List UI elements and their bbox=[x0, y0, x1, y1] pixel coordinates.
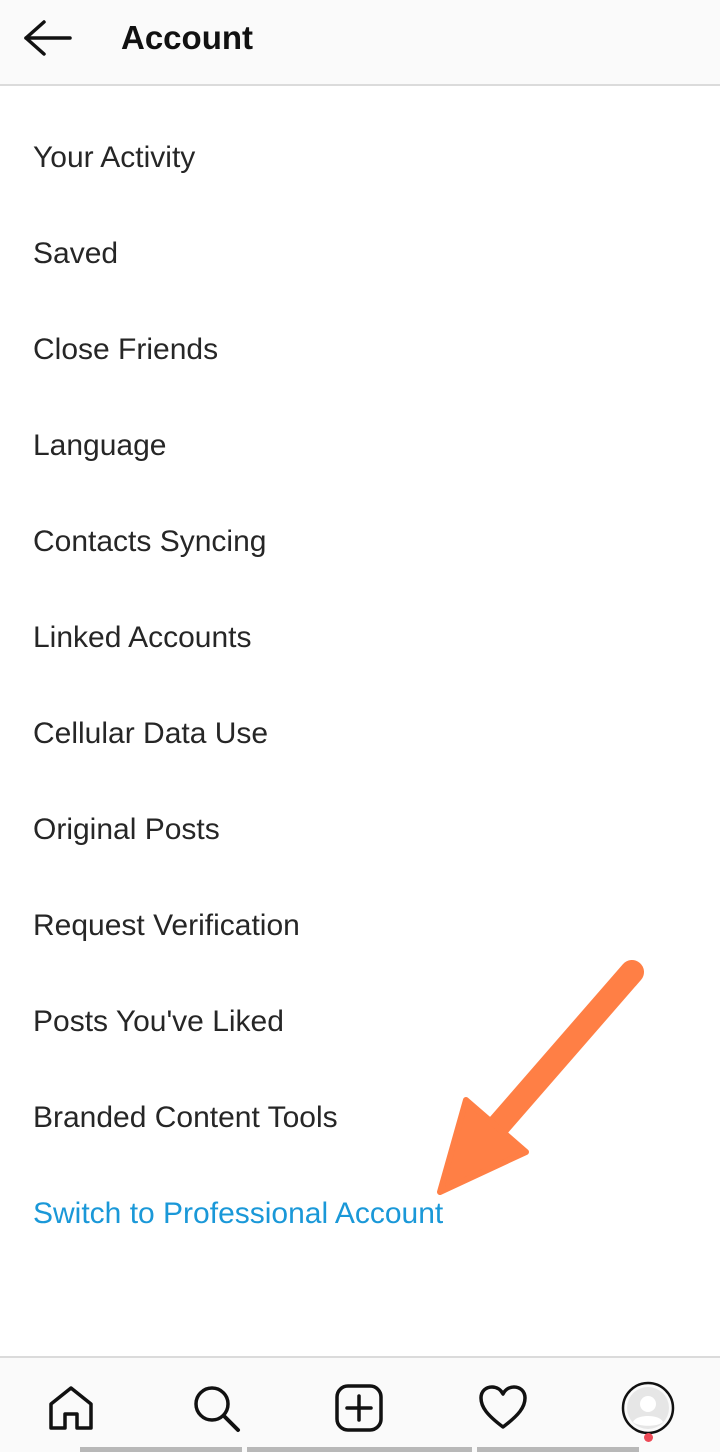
nav-activity[interactable] bbox=[473, 1378, 533, 1438]
add-post-icon bbox=[335, 1384, 383, 1432]
nav-search[interactable] bbox=[186, 1378, 246, 1438]
system-nav-bar-center bbox=[247, 1447, 472, 1452]
nav-profile[interactable] bbox=[618, 1378, 678, 1438]
system-nav-bar-left bbox=[80, 1447, 242, 1452]
page-title: Account bbox=[121, 19, 253, 56]
home-icon bbox=[49, 1386, 93, 1430]
menu-item-cellular-data-use[interactable]: Cellular Data Use bbox=[0, 686, 720, 782]
nav-home[interactable] bbox=[41, 1378, 101, 1438]
menu-item-posts-youve-liked[interactable]: Posts You've Liked bbox=[0, 974, 720, 1070]
menu-item-linked-accounts[interactable]: Linked Accounts bbox=[0, 590, 720, 686]
menu-item-request-verification[interactable]: Request Verification bbox=[0, 878, 720, 974]
account-settings-screen: Account Your Activity Saved Close Friend… bbox=[0, 0, 720, 1452]
menu-item-original-posts[interactable]: Original Posts bbox=[0, 782, 720, 878]
system-nav-bar-right bbox=[477, 1447, 639, 1452]
switch-to-professional-account-link[interactable]: Switch to Professional Account bbox=[0, 1166, 720, 1262]
bottom-nav bbox=[0, 1356, 720, 1452]
search-icon bbox=[194, 1386, 240, 1432]
heart-icon bbox=[479, 1385, 527, 1429]
account-menu: Your Activity Saved Close Friends Langua… bbox=[0, 110, 720, 1262]
top-bar: Account bbox=[0, 0, 720, 86]
profile-avatar-icon bbox=[621, 1381, 675, 1435]
nav-new-post[interactable] bbox=[329, 1378, 389, 1438]
menu-item-your-activity[interactable]: Your Activity bbox=[0, 110, 720, 206]
menu-item-language[interactable]: Language bbox=[0, 398, 720, 494]
notification-dot bbox=[644, 1433, 653, 1442]
arrow-left-icon bbox=[24, 20, 72, 56]
menu-item-saved[interactable]: Saved bbox=[0, 206, 720, 302]
menu-item-contacts-syncing[interactable]: Contacts Syncing bbox=[0, 494, 720, 590]
menu-item-close-friends[interactable]: Close Friends bbox=[0, 302, 720, 398]
menu-item-branded-content-tools[interactable]: Branded Content Tools bbox=[0, 1070, 720, 1166]
back-button[interactable] bbox=[14, 8, 82, 68]
